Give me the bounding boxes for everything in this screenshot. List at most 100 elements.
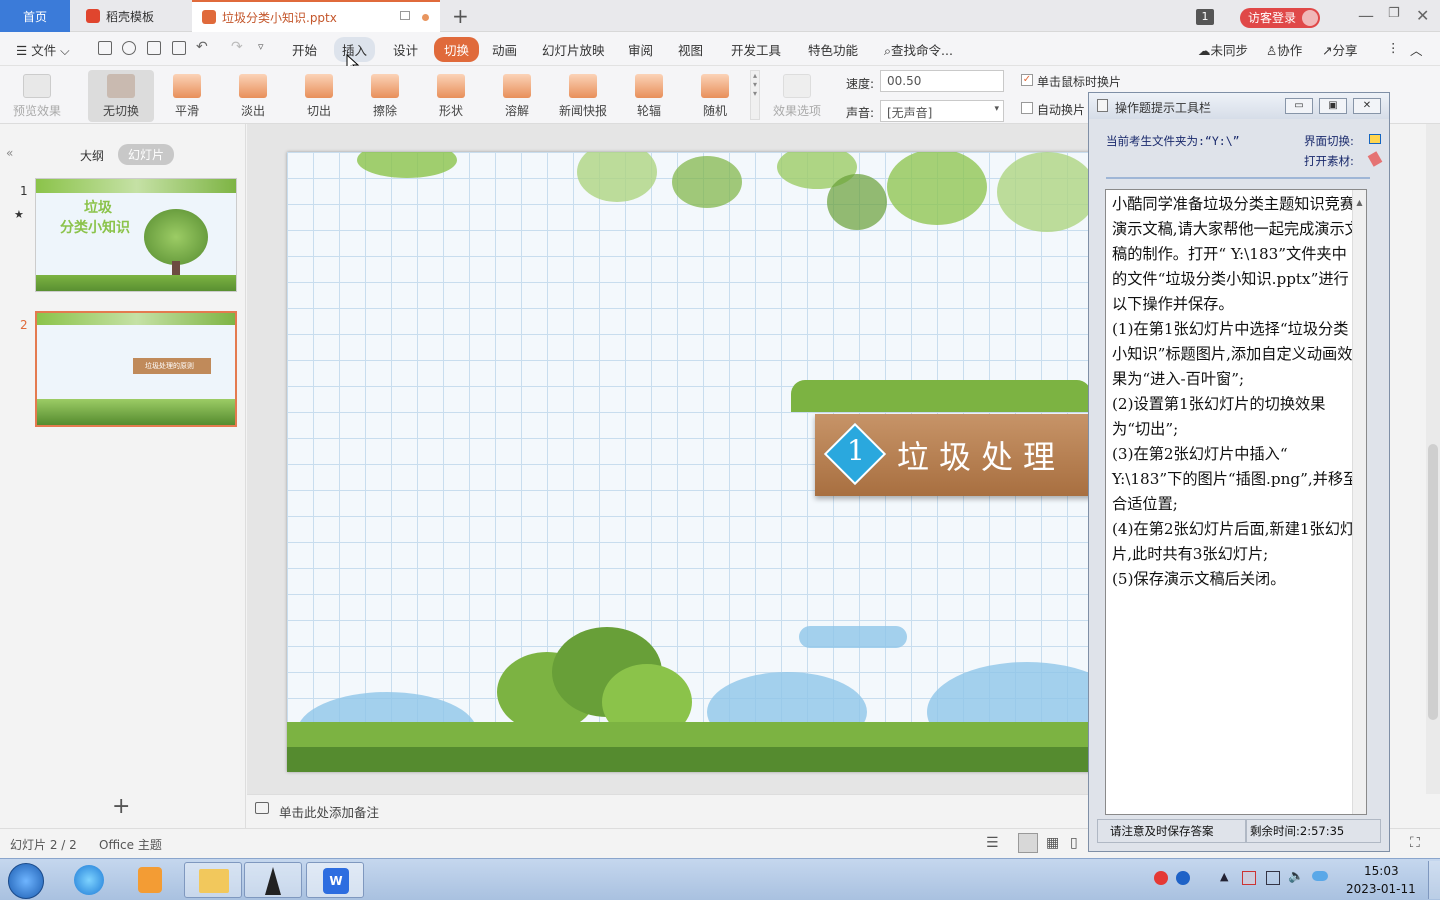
- menu-start[interactable]: 开始: [292, 40, 317, 59]
- menu-special[interactable]: 特色功能: [808, 40, 858, 59]
- collapse-panel-icon[interactable]: «: [6, 146, 13, 160]
- tool-title-bar[interactable]: 操作题提示工具栏 ▭ ▣ ✕: [1089, 93, 1389, 119]
- tab-slides[interactable]: 幻灯片: [118, 144, 175, 165]
- transition-cut[interactable]: 切出: [288, 70, 350, 122]
- gallery-scroll[interactable]: ▴ ▾ ▾: [750, 70, 760, 120]
- customize-icon[interactable]: ▿: [258, 40, 264, 53]
- more-icon[interactable]: ⋮: [1387, 40, 1400, 55]
- print-preview-icon[interactable]: [172, 41, 186, 55]
- restore-button[interactable]: ❐: [1388, 6, 1400, 21]
- menu-design[interactable]: 设计: [393, 40, 418, 59]
- speed-input[interactable]: 00.50: [880, 70, 1004, 92]
- collab-button[interactable]: ♙协作: [1266, 40, 1302, 59]
- add-tab-button[interactable]: +: [452, 4, 469, 28]
- flag-icon[interactable]: [1242, 871, 1256, 885]
- undo-icon[interactable]: ↶: [196, 39, 208, 55]
- transition-fade[interactable]: 淡出: [222, 70, 284, 122]
- volume-icon[interactable]: 🔈: [1288, 869, 1304, 884]
- redo-icon[interactable]: ↷: [231, 39, 243, 55]
- print-icon[interactable]: [147, 41, 161, 55]
- reading-view-icon[interactable]: ▯: [1070, 835, 1078, 851]
- clock-date[interactable]: 2023-01-11: [1346, 882, 1416, 896]
- tab-pptx[interactable]: 垃圾分类小知识.pptx: [192, 0, 440, 32]
- star-icon: ★: [14, 208, 24, 221]
- share-button[interactable]: ↗分享: [1322, 40, 1358, 59]
- on-click-label: 单击鼠标时换片: [1037, 75, 1122, 89]
- unsaved-dot-icon: [422, 14, 429, 21]
- open-material-icon[interactable]: [1367, 151, 1383, 167]
- on-click-checkbox[interactable]: ✓: [1021, 74, 1033, 86]
- tray-expand-icon[interactable]: ▲: [1220, 870, 1228, 883]
- ie-icon[interactable]: [74, 865, 104, 895]
- transition-random[interactable]: 随机: [684, 70, 746, 122]
- collapse-ribbon-icon[interactable]: ︿: [1410, 40, 1423, 59]
- transition-dissolve[interactable]: 溶解: [486, 70, 548, 122]
- transition-label: 淡出: [240, 104, 265, 118]
- transition-wipe[interactable]: 擦除: [354, 70, 416, 122]
- slide-thumbnail-2[interactable]: 垃圾处理的原则: [35, 311, 237, 427]
- menu-animation[interactable]: 动画: [492, 40, 517, 59]
- sorter-view-icon[interactable]: ▦: [1046, 835, 1059, 851]
- screen-icon[interactable]: [400, 11, 410, 20]
- show-desktop-button[interactable]: [1428, 861, 1440, 899]
- add-slide-button[interactable]: +: [112, 794, 130, 819]
- close-button[interactable]: ✕: [1416, 6, 1429, 25]
- transition-shape[interactable]: 形状: [420, 70, 482, 122]
- tab-docer[interactable]: 稻壳模板: [72, 0, 190, 32]
- notes-placeholder: 单击此处添加备注: [279, 805, 380, 820]
- fit-window-icon[interactable]: ⛶: [1410, 835, 1420, 851]
- transition-none[interactable]: 无切换: [88, 70, 154, 122]
- file-menu[interactable]: ☰ 文件 ⌵: [16, 40, 70, 59]
- start-button[interactable]: [8, 863, 44, 899]
- sogou-icon[interactable]: [1154, 871, 1168, 885]
- menu-transition[interactable]: 切换: [434, 37, 480, 62]
- sound-select[interactable]: [无声音] ▾: [880, 100, 1004, 122]
- transition-smooth[interactable]: 平滑: [156, 70, 218, 122]
- normal-view-icon[interactable]: [1018, 833, 1038, 853]
- taskbar-explorer[interactable]: [184, 862, 242, 898]
- transition-news[interactable]: 新闻快报: [552, 70, 614, 122]
- menu-slideshow[interactable]: 幻灯片放映: [542, 40, 605, 59]
- transition-shape-icon: [437, 74, 465, 98]
- help-icon[interactable]: [1176, 871, 1190, 885]
- media-player-icon[interactable]: [138, 867, 162, 893]
- switch-ui-icon[interactable]: [1369, 134, 1381, 144]
- notes-toggle-icon[interactable]: ☰: [986, 835, 999, 851]
- notes-area[interactable]: 单击此处添加备注: [247, 794, 1090, 828]
- format-painter-icon[interactable]: [122, 41, 136, 55]
- file-menu-label: 文件: [31, 43, 57, 58]
- tool-close-button[interactable]: ✕: [1353, 98, 1381, 114]
- transition-wheel[interactable]: 轮辐: [618, 70, 680, 122]
- window-count-badge[interactable]: 1: [1196, 9, 1214, 25]
- section-banner[interactable]: 1 垃圾处理: [815, 414, 1093, 496]
- clock-time[interactable]: 15:03: [1364, 864, 1399, 878]
- sync-button[interactable]: ☁未同步: [1198, 40, 1248, 59]
- cloud-tray-icon[interactable]: [1312, 871, 1328, 881]
- taskbar-exam-tool[interactable]: [244, 862, 302, 898]
- command-search[interactable]: ⌕查找命令...: [884, 40, 953, 59]
- menu-review[interactable]: 审阅: [628, 40, 653, 59]
- tool-maximize-button[interactable]: ▣: [1319, 98, 1347, 114]
- preview-label: 预览效果: [12, 104, 61, 118]
- save-icon[interactable]: [98, 41, 112, 55]
- minimize-button[interactable]: —: [1358, 6, 1374, 25]
- question-scrollbar[interactable]: ▲: [1352, 190, 1366, 814]
- taskbar-wps[interactable]: W: [306, 862, 364, 898]
- tab-home[interactable]: 首页: [0, 0, 70, 32]
- tab-outline[interactable]: 大纲: [80, 147, 104, 164]
- theme-name[interactable]: Office 主题: [99, 836, 162, 853]
- effect-options-button[interactable]: 效果选项: [762, 70, 832, 122]
- menu-devtools[interactable]: 开发工具: [731, 40, 781, 59]
- login-button[interactable]: 访客登录: [1240, 8, 1320, 28]
- menu-view[interactable]: 视图: [678, 40, 703, 59]
- user-icon: ♙: [1266, 43, 1278, 58]
- tool-minimize-button[interactable]: ▭: [1285, 98, 1313, 114]
- open-material-label: 打开素材:: [1304, 154, 1354, 168]
- network-icon[interactable]: [1266, 871, 1280, 885]
- editor-scrollbar[interactable]: [1426, 124, 1440, 794]
- slide-thumbnail-1[interactable]: 垃圾 分类小知识: [35, 178, 237, 292]
- slide-canvas[interactable]: 1 垃圾处理: [287, 152, 1093, 772]
- preview-effect-button[interactable]: 预览效果: [6, 70, 68, 122]
- scrollbar-thumb[interactable]: [1428, 444, 1438, 720]
- auto-checkbox[interactable]: [1021, 102, 1033, 114]
